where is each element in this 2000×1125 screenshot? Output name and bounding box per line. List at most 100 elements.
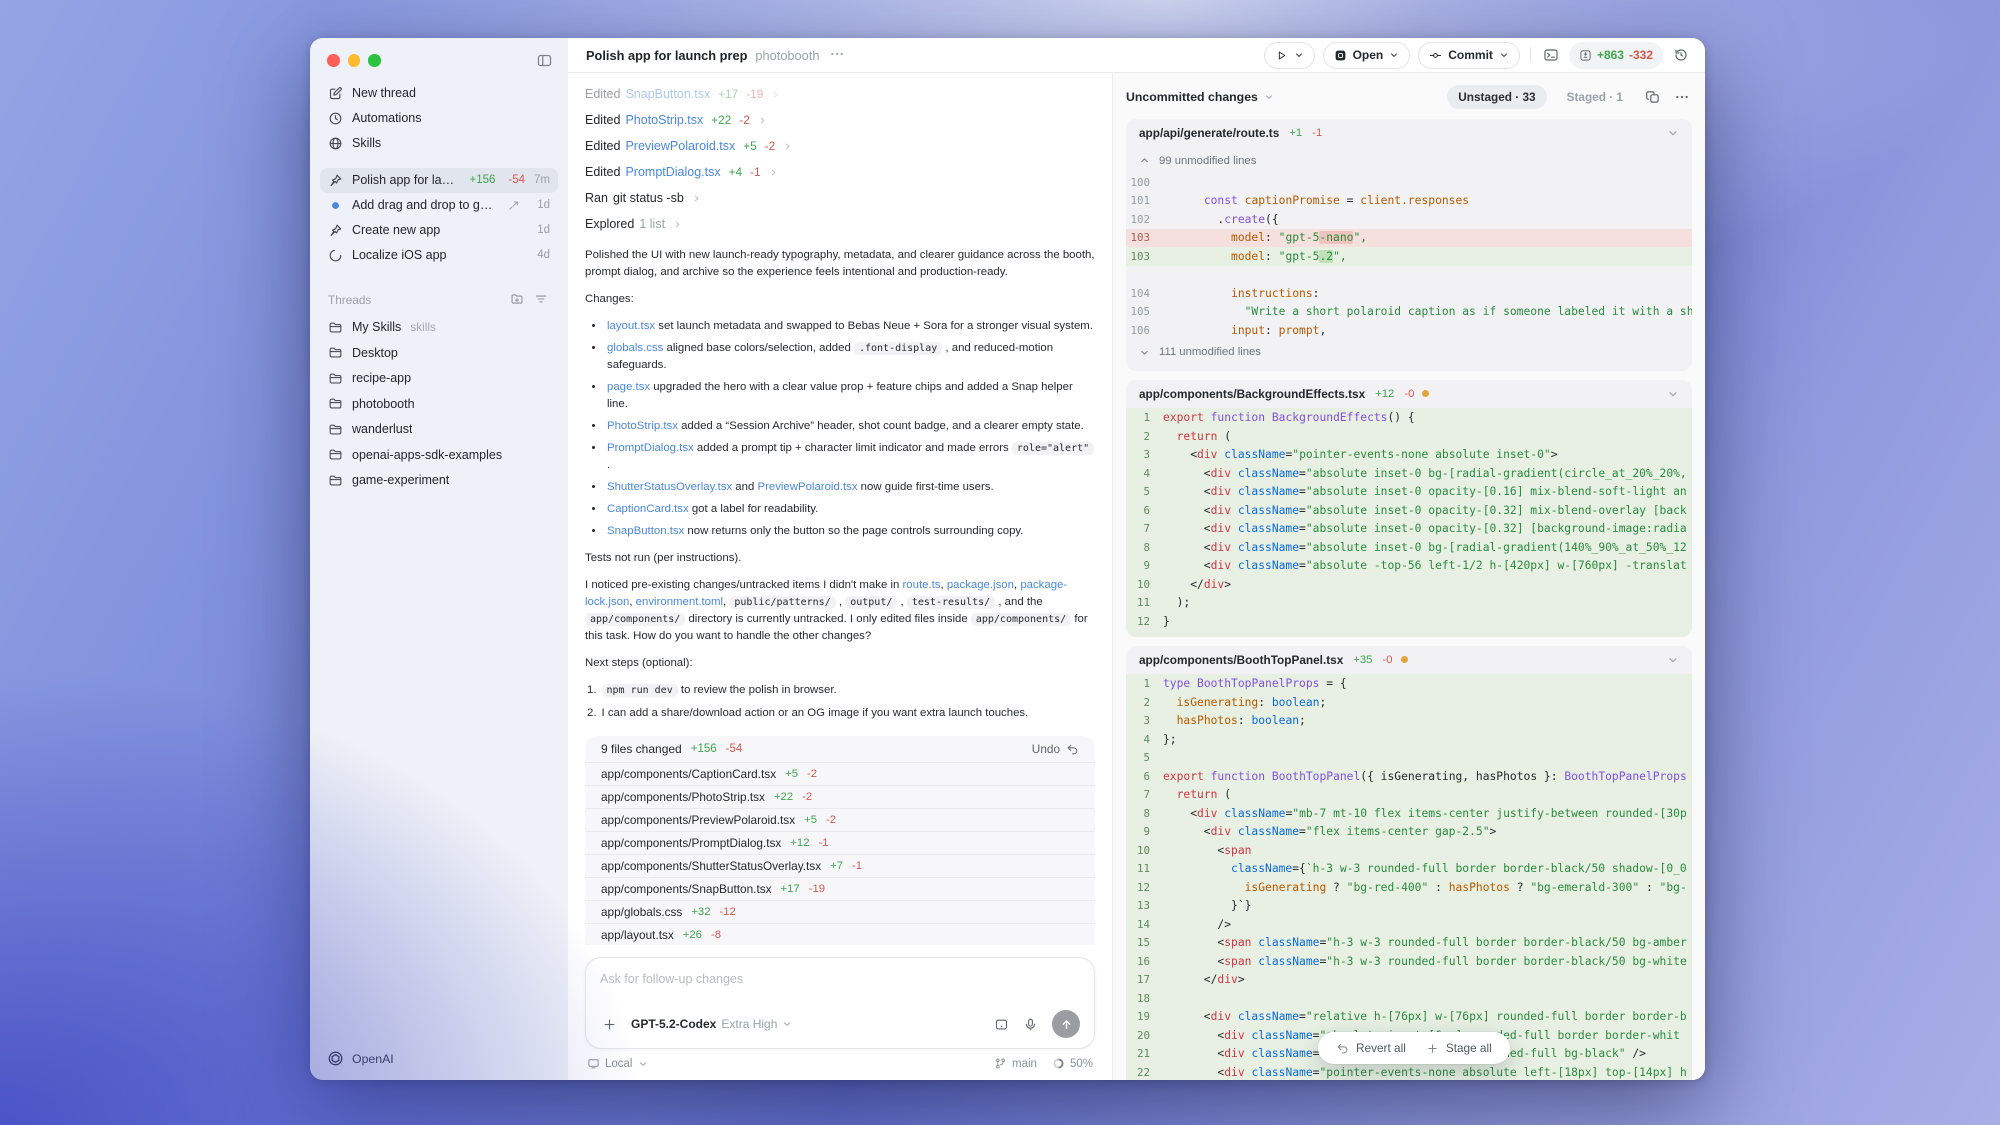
file-link[interactable]: environment.toml <box>636 596 723 608</box>
history-button[interactable] <box>1671 45 1691 65</box>
file-link[interactable]: layout.tsx <box>607 320 655 332</box>
removed-count: -0 <box>1382 654 1392 666</box>
project-item-game-experiment[interactable]: game-experiment <box>320 468 558 494</box>
line-code: input: prompt, <box>1163 324 1692 337</box>
environment-selector[interactable]: Local <box>587 1057 648 1070</box>
line-number: 6 <box>1126 770 1163 783</box>
file-link[interactable]: SnapButton.tsx <box>607 525 684 537</box>
thread-item-add-drag-and-drop-to-gallery-phot[interactable]: Add drag and drop to gallery phot...1d <box>320 193 558 218</box>
open-button[interactable]: Open <box>1323 42 1411 69</box>
file-link[interactable]: route.ts <box>902 579 940 591</box>
screenshot-button[interactable] <box>992 1015 1011 1034</box>
line-code: <div className="absolute inset-0 bg-[rad… <box>1163 541 1692 554</box>
new-project-button[interactable] <box>510 292 524 309</box>
sidebar-item-new-thread[interactable]: New thread <box>320 81 558 106</box>
filter-threads-button[interactable] <box>534 292 548 309</box>
diff-line: 19 <div className="relative h-[76px] w-[… <box>1126 1008 1692 1027</box>
sidebar-item-label: Skills <box>352 136 381 150</box>
chevron-down-icon <box>638 1059 648 1069</box>
unmodified-lines-toggle[interactable]: 111 unmodified lines <box>1126 340 1692 365</box>
diff-file-header[interactable]: app/components/BackgroundEffects.tsx+12-… <box>1126 380 1692 408</box>
copy-diff-button[interactable] <box>1643 87 1663 107</box>
sidebar-item-automations[interactable]: Automations <box>320 106 558 131</box>
send-button[interactable] <box>1052 1010 1080 1038</box>
file-link[interactable]: ShutterStatusOverlay.tsx <box>607 481 732 493</box>
file-row[interactable]: app/components/CaptionCard.tsx+5-2 <box>585 762 1095 785</box>
diff-file-header[interactable]: app/api/generate/route.ts+1-1 <box>1126 119 1692 147</box>
composer-input[interactable] <box>600 972 1080 986</box>
file-row[interactable]: app/components/ShutterStatusOverlay.tsx+… <box>585 854 1095 877</box>
removed-count: -12 <box>720 906 736 918</box>
model-selector[interactable]: GPT-5.2-Codex Extra High <box>631 1017 792 1031</box>
file-link[interactable]: package.json <box>947 579 1014 591</box>
file-link[interactable]: page.tsx <box>607 381 650 393</box>
attach-button[interactable] <box>600 1015 619 1034</box>
diff-panel[interactable]: Uncommitted changes Unstaged · 33 Staged… <box>1113 73 1705 1080</box>
project-item-openai-apps-sdk-examples[interactable]: openai-apps-sdk-examples <box>320 442 558 468</box>
undo-button[interactable]: Undo <box>1032 742 1079 756</box>
project-item-wanderlust[interactable]: wanderlust <box>320 417 558 443</box>
file-link[interactable]: package-lock.json <box>585 579 1067 608</box>
file-link[interactable]: CaptionCard.tsx <box>607 503 689 515</box>
terminal-button[interactable] <box>1541 45 1561 65</box>
file-row[interactable]: app/components/PromptDialog.tsx+12-1 <box>585 831 1095 854</box>
diff-more-button[interactable] <box>1672 87 1692 107</box>
thread-menu-button[interactable] <box>829 46 845 65</box>
close-button[interactable] <box>327 54 340 67</box>
line-code: </div> <box>1163 578 1692 591</box>
main-area: Polish app for launch prep photobooth Op… <box>568 38 1705 1080</box>
file-link[interactable]: globals.css <box>607 342 663 354</box>
removed-count: -2 <box>826 814 836 826</box>
project-item-desktop[interactable]: Desktop <box>320 340 558 366</box>
file-link[interactable]: PromptDialog.tsx <box>607 442 694 454</box>
diff-file-header[interactable]: app/components/BoothTopPanel.tsx+35-0 <box>1126 646 1692 674</box>
line-number: 103 <box>1126 250 1163 263</box>
tab-staged[interactable]: Staged · 1 <box>1556 85 1634 109</box>
sidebar-toggle-button[interactable] <box>534 50 555 74</box>
chat-event[interactable]: EditedSnapButton.tsx+17-19 <box>585 81 1095 107</box>
chat-transcript[interactable]: EditedSnapButton.tsx+17-19EditedPhotoStr… <box>585 73 1095 945</box>
project-label: recipe-app <box>352 371 411 385</box>
file-row[interactable]: app/globals.css+32-12 <box>585 900 1095 923</box>
chat-event[interactable]: Explored1 list <box>585 211 1095 237</box>
run-button[interactable] <box>1264 42 1315 69</box>
minimize-button[interactable] <box>348 54 361 67</box>
stage-all-button[interactable]: Stage all <box>1426 1041 1492 1055</box>
thread-item-polish-app-for-launch-prep[interactable]: Polish app for launch prep+156-547m <box>320 168 558 193</box>
file-link[interactable]: PhotoStrip.tsx <box>607 420 678 432</box>
changes-scope-selector[interactable]: Uncommitted changes <box>1126 90 1274 104</box>
chat-event[interactable]: Rangit status -sb <box>585 185 1095 211</box>
file-link[interactable]: PreviewPolaroid.tsx <box>757 481 857 493</box>
chat-event[interactable]: EditedPromptDialog.tsx+4-1 <box>585 159 1095 185</box>
event-verb: Ran <box>585 191 608 205</box>
chat-event[interactable]: EditedPhotoStrip.tsx+22-2 <box>585 107 1095 133</box>
thread-title: Polish app for launch prep <box>586 48 747 63</box>
file-row[interactable]: app/components/SnapButton.tsx+17-19 <box>585 877 1095 900</box>
project-item-my-skills[interactable]: My Skillsskills <box>320 315 558 341</box>
file-row[interactable]: app/layout.tsx+26-8 <box>585 923 1095 945</box>
zoom-button[interactable] <box>368 54 381 67</box>
unmodified-lines-toggle[interactable]: 99 unmodified lines <box>1126 148 1692 173</box>
diff-stats-badge[interactable]: +863 -332 <box>1569 42 1663 69</box>
tab-unstaged[interactable]: Unstaged · 33 <box>1447 85 1546 109</box>
diff-line: 4}; <box>1126 730 1692 749</box>
diff-file-body: 99 unmodified lines100101 const captionP… <box>1126 147 1692 371</box>
folder-icon <box>328 396 343 411</box>
diff-file-body: 1export function BackgroundEffects() {2 … <box>1126 408 1692 637</box>
commit-button[interactable]: Commit <box>1418 42 1520 69</box>
sidebar-item-skills[interactable]: Skills <box>320 131 558 156</box>
project-item-photobooth[interactable]: photobooth <box>320 391 558 417</box>
branch-indicator[interactable]: main <box>994 1057 1037 1070</box>
file-row[interactable]: app/components/PreviewPolaroid.tsx+5-2 <box>585 808 1095 831</box>
chat-column: EditedSnapButton.tsx+17-19EditedPhotoStr… <box>568 73 1113 1080</box>
chat-event[interactable]: EditedPreviewPolaroid.tsx+5-2 <box>585 133 1095 159</box>
thread-item-create-new-app[interactable]: Create new app1d <box>320 218 558 243</box>
microphone-icon <box>1023 1017 1038 1032</box>
mic-button[interactable] <box>1021 1015 1040 1034</box>
account-row[interactable]: OpenAI <box>327 1050 394 1067</box>
environment-label: Local <box>605 1058 633 1070</box>
thread-item-localize-ios-app[interactable]: Localize iOS app4d <box>320 243 558 268</box>
file-row[interactable]: app/components/PhotoStrip.tsx+22-2 <box>585 785 1095 808</box>
project-item-recipe-app[interactable]: recipe-app <box>320 366 558 392</box>
revert-all-button[interactable]: Revert all <box>1336 1041 1406 1055</box>
